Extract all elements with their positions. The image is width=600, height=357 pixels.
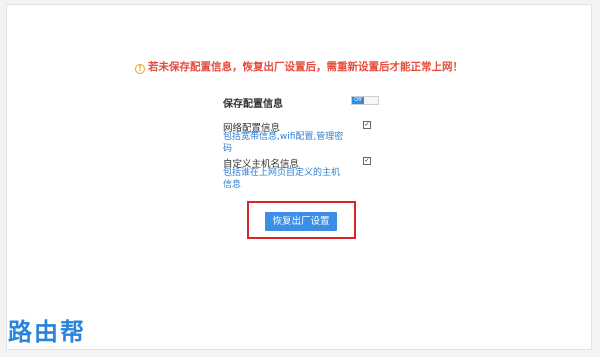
option-desc-hostname: 包括谁在上网页自定义的主机信息 [223, 168, 341, 190]
info-icon: ! [135, 64, 145, 74]
toggle-knob: Off [352, 97, 364, 104]
factory-reset-button[interactable]: 恢复出厂设置 [265, 212, 337, 231]
save-config-toggle[interactable]: Off [351, 96, 379, 105]
watermark-logo: 路由帮 路由帮 [4, 310, 104, 348]
watermark-text: 路由帮 [8, 318, 86, 346]
content-panel: ! 若未保存配置信息，恢复出厂设置后，需重新设置后才能正常上网！ 保存配置信息 O… [6, 4, 592, 350]
warning-text: 若未保存配置信息，恢复出厂设置后，需重新设置后才能正常上网！ [148, 61, 463, 73]
save-config-label: 保存配置信息 [223, 99, 283, 110]
highlight-box: 恢复出厂设置 [247, 201, 356, 239]
checkbox-network[interactable]: ✓ [363, 121, 371, 129]
option-desc-network: 包括宽带信息,wifi配置,管理密码 [223, 132, 344, 154]
checkbox-hostname[interactable]: ✓ [363, 157, 371, 165]
warning-message: ! 若未保存配置信息，恢复出厂设置后，需重新设置后才能正常上网！ [7, 59, 591, 74]
